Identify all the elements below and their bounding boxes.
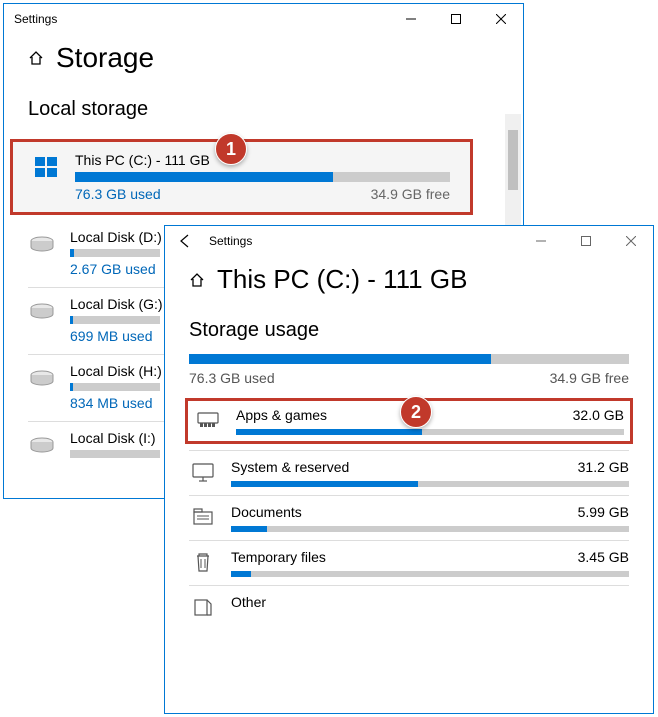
home-icon[interactable] [28, 50, 44, 66]
category-row[interactable]: System & reserved 31.2 GB [165, 451, 653, 495]
usage-bar [70, 383, 160, 391]
usage-bar [70, 249, 160, 257]
section-title: Storage usage [165, 305, 653, 354]
titlebar: Settings [165, 226, 653, 256]
window-title: Settings [14, 12, 57, 26]
page-header: Storage [4, 34, 523, 84]
maximize-button[interactable] [433, 4, 478, 34]
free-label: 34.9 GB free [371, 186, 450, 202]
usage-bar [70, 316, 160, 324]
close-button[interactable] [608, 226, 653, 256]
trash-icon [189, 551, 217, 573]
category-name: Documents [231, 504, 302, 520]
used-label: 834 MB used [70, 395, 153, 411]
used-label: 2.67 GB used [70, 261, 156, 277]
category-size: 3.45 GB [578, 549, 629, 565]
page-header: This PC (C:) - 111 GB [165, 256, 653, 305]
disk-icon [28, 300, 56, 324]
disk-icon [28, 233, 56, 257]
page-title: This PC (C:) - 111 GB [217, 264, 467, 295]
section-title: Local storage [4, 84, 523, 133]
other-icon [189, 596, 217, 618]
window-title: Settings [209, 234, 252, 248]
category-name: Apps & games [236, 407, 327, 423]
disk-icon [28, 434, 56, 458]
disk-icon [28, 367, 56, 391]
category-name: Other [231, 594, 266, 610]
category-row[interactable]: Other [165, 586, 653, 626]
category-size: 31.2 GB [578, 459, 629, 475]
system-icon [189, 461, 217, 483]
titlebar: Settings [4, 4, 523, 34]
minimize-button[interactable] [518, 226, 563, 256]
category-size: 5.99 GB [578, 504, 629, 520]
back-button[interactable] [169, 226, 201, 256]
used-label: 76.3 GB used [189, 370, 275, 386]
used-label: 699 MB used [70, 328, 153, 344]
window-this-pc: Settings This PC (C:) - 111 GB Storage u… [164, 225, 654, 714]
minimize-button[interactable] [388, 4, 433, 34]
free-label: 34.9 GB free [550, 370, 629, 386]
callout-1: 1 [215, 133, 247, 165]
category-name: Temporary files [231, 549, 326, 565]
page-title: Storage [56, 42, 154, 74]
documents-icon [189, 506, 217, 528]
category-name: System & reserved [231, 459, 349, 475]
apps-icon [194, 409, 222, 431]
usage-bar [70, 450, 160, 458]
used-label: 76.3 GB used [75, 186, 161, 202]
maximize-button[interactable] [563, 226, 608, 256]
drive-name: This PC (C:) - 111 GB [75, 152, 450, 168]
category-row[interactable]: Temporary files 3.45 GB [165, 541, 653, 585]
home-icon[interactable] [189, 272, 205, 288]
callout-2: 2 [400, 396, 432, 428]
category-row[interactable]: Documents 5.99 GB [165, 496, 653, 540]
windows-drive-icon [33, 156, 61, 180]
close-button[interactable] [478, 4, 523, 34]
category-size: 32.0 GB [573, 407, 624, 423]
total-usage-bar [189, 354, 629, 364]
usage-bar [75, 172, 450, 182]
